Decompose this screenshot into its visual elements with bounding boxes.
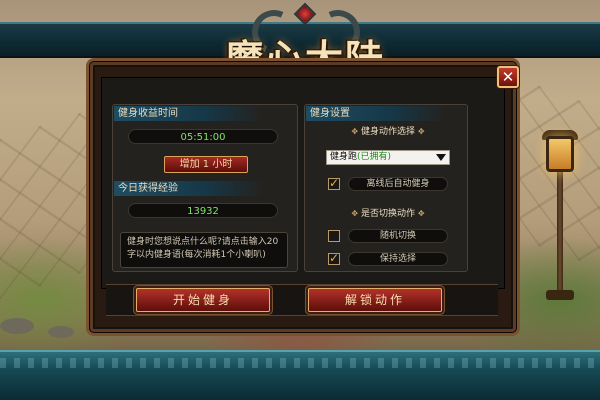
fitness-message-input[interactable]: 健身时您想说点什么呢?请点击输入20字以内健身语(每次消耗1个小喇叭) [120,232,288,268]
random-switch-label: 随机切换 [348,229,448,243]
today-exp-header: 今日获得经验 [114,181,264,196]
today-exp-value: 13932 [128,203,278,218]
start-fitness-button[interactable]: 开始健身 [136,288,270,312]
keep-choice-checkbox[interactable] [328,251,340,265]
lantern-decoration [540,130,580,300]
add-one-hour-button[interactable]: 增加 1 小时 [164,156,248,173]
close-icon: ✕ [501,68,515,86]
unlock-action-button[interactable]: 解锁动作 [308,288,442,312]
close-button[interactable]: ✕ [497,66,519,88]
auto-offline-checkbox[interactable] [328,176,340,190]
rock-decoration [0,318,34,334]
ornament-icon: ✥ [351,127,359,136]
dropdown-arrow-icon [436,154,446,161]
bottom-banner-bar [0,350,600,400]
action-select-title: ✥ 健身动作选择 ✥ [351,127,425,137]
ornament-icon: ✥ [417,209,425,218]
random-switch-checkbox[interactable] [328,230,340,242]
selected-action: 健身跑 [330,152,358,162]
rock-decoration [48,326,74,338]
gem-ornament [293,2,317,26]
action-select-dropdown[interactable]: 健身跑(已拥有) [326,150,450,165]
ornament-icon: ✥ [417,127,425,136]
keep-choice-label: 保持选择 [348,252,448,266]
income-time-header: 健身收益时间 [114,106,264,121]
auto-offline-label: 离线后自动健身 [348,177,448,191]
selected-action-status: (已拥有) [357,152,392,162]
income-time-value: 05:51:00 [128,129,278,144]
settings-header: 健身设置 [306,106,446,121]
ornament-icon: ✥ [351,209,359,218]
switch-action-title: ✥ 是否切换动作 ✥ [351,209,425,219]
